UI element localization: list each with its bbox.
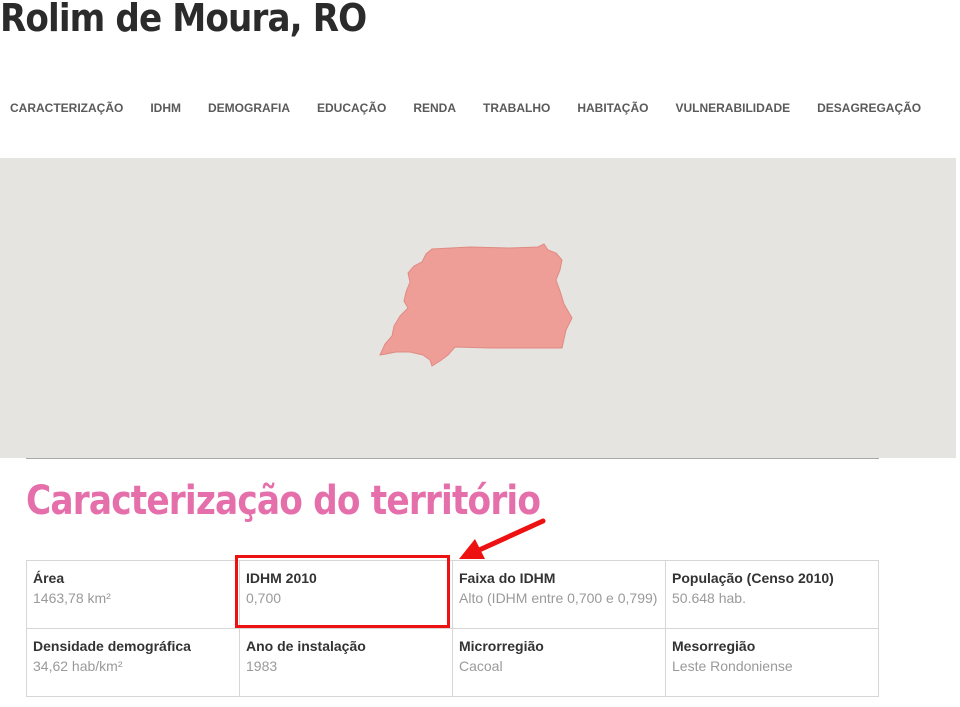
nav-item-trabalho[interactable]: TRABALHO [483, 101, 550, 115]
nav-item-renda[interactable]: RENDA [413, 101, 456, 115]
nav-item-vulnerabilidade[interactable]: VULNERABILIDADE [675, 101, 790, 115]
info-cell-ano-instalacao: Ano de instalação 1983 [239, 628, 453, 697]
nav-item-demografia[interactable]: DEMOGRAFIA [208, 101, 290, 115]
info-label: Microrregião [459, 638, 544, 654]
info-label: População (Censo 2010) [672, 570, 834, 586]
annotation-arrow-icon [459, 518, 546, 559]
info-value: Leste Rondoniense [672, 658, 793, 674]
info-label: Área [33, 570, 65, 586]
info-label: Ano de instalação [246, 638, 366, 654]
info-cell-populacao: População (Censo 2010) 50.648 hab. [665, 560, 879, 629]
section-nav: CARACTERIZAÇÃO IDHM DEMOGRAFIA EDUCAÇÃO … [10, 101, 948, 115]
info-value: 1983 [246, 658, 278, 674]
nav-item-habitacao[interactable]: HABITAÇÃO [577, 101, 648, 115]
table-row: Área 1463,78 km² IDHM 2010 0,700 Faixa d… [26, 560, 879, 629]
nav-item-idhm[interactable]: IDHM [150, 101, 181, 115]
info-value: 1463,78 km² [33, 590, 111, 606]
nav-item-educacao[interactable]: EDUCAÇÃO [317, 101, 386, 115]
nav-item-caracterizacao[interactable]: CARACTERIZAÇÃO [10, 101, 123, 115]
municipality-map-svg [379, 243, 573, 367]
municipality-map[interactable] [0, 158, 956, 458]
table-row: Densidade demográfica 34,62 hab/km² Ano … [26, 628, 879, 697]
municipality-shape[interactable] [379, 243, 573, 367]
info-cell-faixa-idhm: Faixa do IDHM Alto (IDHM entre 0,700 e 0… [452, 560, 666, 629]
section-divider [26, 458, 879, 459]
info-value: 34,62 hab/km² [33, 658, 123, 674]
idhm-highlight-box [235, 555, 450, 628]
info-value: 50.648 hab. [672, 590, 746, 606]
territory-info-table: Área 1463,78 km² IDHM 2010 0,700 Faixa d… [26, 560, 879, 697]
info-cell-mesorregiao: Mesorregião Leste Rondoniense [665, 628, 879, 697]
info-cell-microrregiao: Microrregião Cacoal [452, 628, 666, 697]
info-label: Densidade demográfica [33, 638, 191, 654]
info-value: Cacoal [459, 658, 503, 674]
info-value: Alto (IDHM entre 0,700 e 0,799) [459, 590, 658, 606]
info-cell-area: Área 1463,78 km² [26, 560, 240, 629]
nav-item-desagregacao[interactable]: DESAGREGAÇÃO [817, 101, 921, 115]
info-cell-densidade: Densidade demográfica 34,62 hab/km² [26, 628, 240, 697]
city-title: Rolim de Moura, RO [0, 0, 367, 40]
info-label: Faixa do IDHM [459, 570, 556, 586]
info-label: Mesorregião [672, 638, 756, 654]
